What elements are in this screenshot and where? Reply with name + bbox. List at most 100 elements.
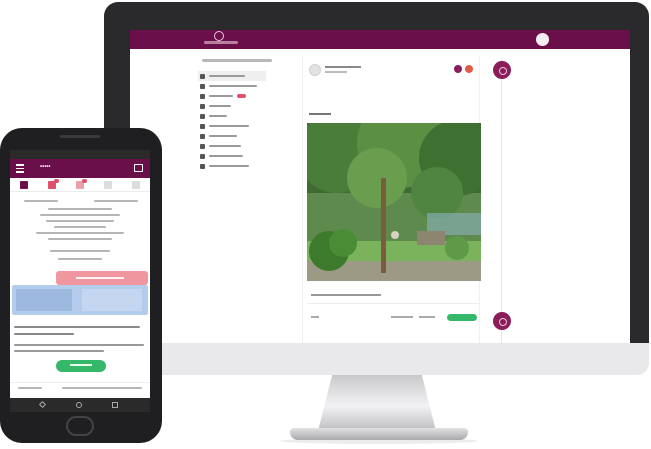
heart-icon[interactable]	[454, 65, 462, 73]
back-icon[interactable]	[38, 400, 47, 409]
phone-header: •••••	[10, 159, 150, 178]
post-photo[interactable]	[307, 123, 481, 281]
post-title	[309, 113, 331, 115]
compose-fab-icon[interactable]	[493, 312, 511, 330]
info-card-left[interactable]	[16, 289, 72, 311]
sidebar-item-calendar[interactable]	[198, 101, 266, 111]
compose-fab-icon[interactable]	[493, 61, 511, 79]
hamburger-icon[interactable]	[16, 164, 24, 173]
submit-button[interactable]	[56, 360, 106, 372]
monitor-stand-base	[290, 428, 468, 440]
share-button[interactable]	[391, 316, 413, 318]
text-line	[18, 387, 42, 389]
bell-icon	[200, 113, 205, 119]
text-line	[14, 350, 104, 352]
desktop-topbar	[130, 30, 630, 49]
calendar-icon	[200, 103, 205, 109]
post-timestamp	[325, 71, 347, 73]
group-icon	[200, 123, 205, 129]
marketing-scene: •••••	[0, 0, 651, 449]
comment-count[interactable]	[311, 316, 319, 318]
post-divider	[307, 303, 479, 304]
text-line	[94, 200, 138, 202]
reply-button[interactable]	[419, 316, 435, 318]
sidebar-item-label	[209, 155, 243, 157]
alert-banner[interactable]	[56, 271, 148, 285]
logo-mark-icon	[214, 31, 224, 41]
phone-tab-bar	[10, 178, 150, 192]
sidebar-item-label	[209, 135, 237, 137]
home-icon	[200, 73, 205, 79]
phone-speaker	[60, 135, 100, 138]
post-author[interactable]	[325, 66, 361, 68]
desktop-sidebar-nav	[198, 71, 266, 171]
post-header	[309, 64, 477, 78]
info-panel	[12, 285, 148, 315]
settings-icon	[200, 163, 205, 169]
people-icon	[200, 83, 205, 89]
user-avatar-icon[interactable]	[536, 33, 549, 46]
text-line	[58, 258, 102, 260]
alert-banner-text	[76, 277, 124, 279]
document-icon	[200, 133, 205, 139]
desktop-screen	[130, 30, 630, 343]
text-line	[46, 220, 114, 222]
unread-badge	[54, 179, 59, 183]
monitor-stand-neck	[318, 375, 436, 431]
compose-icon[interactable]	[134, 164, 143, 172]
post-actions	[311, 314, 477, 322]
app-logo[interactable]	[200, 31, 240, 48]
phone-home-button[interactable]	[66, 416, 94, 436]
sidebar-item-library[interactable]	[198, 141, 266, 151]
phone-screen: •••••	[10, 150, 150, 412]
avatar[interactable]	[309, 64, 321, 76]
recents-icon[interactable]	[112, 402, 118, 408]
welcome-text	[202, 59, 272, 62]
sidebar-item-label	[209, 85, 257, 87]
sidebar-item-label	[209, 105, 231, 107]
text-line	[14, 326, 140, 328]
text-line	[54, 226, 106, 228]
sidebar-item-label	[209, 125, 249, 127]
book-icon	[200, 143, 205, 149]
message-icon	[200, 93, 205, 99]
post-action-button[interactable]	[447, 314, 477, 321]
sidebar-item-links[interactable]	[198, 151, 266, 161]
tab-calendar[interactable]	[132, 181, 140, 189]
text-line	[14, 333, 74, 335]
flag-icon[interactable]	[465, 65, 473, 73]
sidebar-item-documents[interactable]	[198, 131, 266, 141]
sidebar-item-label	[209, 115, 227, 117]
sidebar-item-groups[interactable]	[198, 121, 266, 131]
info-card-right[interactable]	[82, 289, 142, 311]
sidebar-item-messages[interactable]	[198, 91, 266, 101]
text-line	[14, 344, 144, 346]
phone-header-title: •••••	[40, 164, 51, 170]
sidebar-item-settings[interactable]	[198, 161, 266, 171]
sidebar-item-label	[209, 75, 245, 77]
timeline-rail	[501, 58, 502, 343]
sidebar-item-label	[209, 95, 233, 97]
logo-wordmark	[204, 41, 238, 44]
text-line	[62, 387, 142, 389]
tab-home[interactable]	[20, 181, 28, 189]
home-button-icon[interactable]	[76, 402, 82, 408]
text-line	[36, 232, 124, 234]
sidebar-item-notifications[interactable]	[198, 111, 266, 121]
text-line	[50, 250, 110, 252]
phone-footer	[10, 382, 150, 392]
android-nav-bar	[10, 398, 150, 412]
link-icon	[200, 153, 205, 159]
sidebar-item-label	[209, 165, 249, 167]
text-line	[48, 238, 112, 240]
text-line	[48, 208, 112, 210]
sidebar-item-people[interactable]	[198, 81, 266, 91]
tab-notifications[interactable]	[104, 181, 112, 189]
unread-badge	[82, 179, 87, 183]
sidebar-item-home[interactable]	[198, 71, 266, 81]
monitor-chin	[104, 343, 649, 375]
post-caption	[311, 294, 381, 296]
text-line	[40, 214, 120, 216]
submit-button-label	[70, 364, 92, 366]
phone-status-bar	[10, 150, 150, 159]
